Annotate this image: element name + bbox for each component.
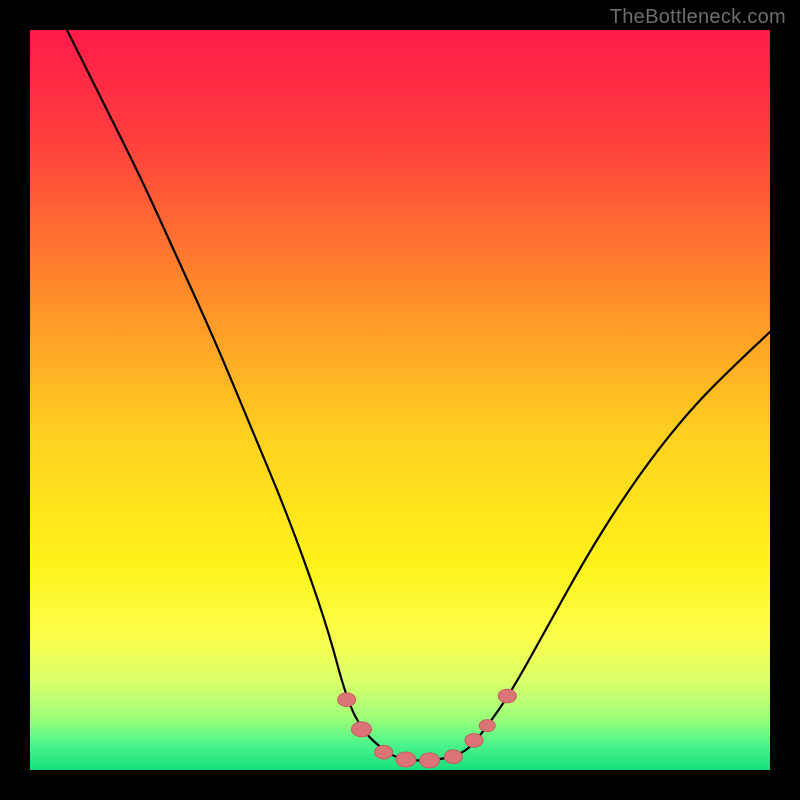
watermark-label: TheBottleneck.com [610,6,786,29]
markers-group [338,689,517,768]
curve-marker [375,745,393,759]
curve-marker [420,753,440,768]
bottleneck-curve [67,30,770,761]
curve-marker [338,693,356,707]
plot-area [30,30,770,770]
curve-layer [30,30,770,770]
curve-marker [498,689,516,703]
curve-marker [444,750,462,764]
curve-marker [396,752,416,767]
chart-frame: TheBottleneck.com [0,0,800,800]
curve-marker [352,722,372,737]
curve-marker [465,734,483,748]
curve-marker [479,720,495,732]
